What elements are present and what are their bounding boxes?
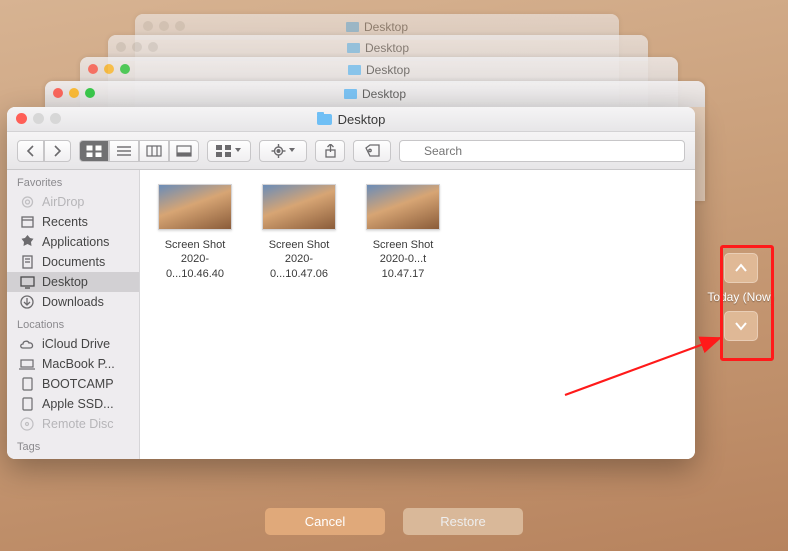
stack-title: Desktop (365, 41, 409, 55)
view-columns-button[interactable] (139, 140, 169, 162)
file-name-line2: 2020-0...10.47.06 (256, 252, 342, 281)
stack-title: Desktop (366, 63, 410, 77)
timeline-down-button[interactable] (724, 311, 758, 341)
view-list-button[interactable] (109, 140, 139, 162)
remote-disc-icon (19, 417, 35, 431)
sidebar-item-airdrop[interactable]: AirDrop (7, 192, 139, 212)
airdrop-icon (19, 195, 35, 209)
section-header: Favorites (7, 170, 139, 192)
sidebar-item-label: Downloads (42, 295, 104, 309)
sidebar-item-icloud[interactable]: iCloud Drive (7, 334, 139, 354)
timeline-controls: Today (Now) (716, 253, 766, 341)
file-thumbnail (158, 184, 232, 230)
action-button[interactable] (259, 140, 307, 162)
sidebar-item-downloads[interactable]: Downloads (7, 292, 139, 312)
sidebar-item-label: MacBook P... (42, 357, 115, 371)
section-header: Tags (7, 434, 139, 456)
sidebar-item-label: Apple SSD... (42, 397, 114, 411)
sidebar-item-documents[interactable]: Documents (7, 252, 139, 272)
file-item[interactable]: Screen Shot 2020-0...t 10.47.17 (360, 184, 446, 281)
disk-icon (19, 377, 35, 391)
file-name-line2: 2020-0...t 10.47.17 (360, 252, 446, 281)
file-name-line1: Screen Shot (152, 238, 238, 252)
sidebar-item-desktop[interactable]: Desktop (7, 272, 139, 292)
file-item[interactable]: Screen Shot 2020-0...10.47.06 (256, 184, 342, 281)
share-button[interactable] (315, 140, 345, 162)
disk-icon (19, 397, 35, 411)
view-icons-button[interactable] (79, 140, 109, 162)
stack-title: Desktop (362, 87, 406, 101)
section-header: Locations (7, 312, 139, 334)
titlebar[interactable]: Desktop (7, 107, 695, 132)
file-name-line2: 2020-0...10.46.40 (152, 252, 238, 281)
downloads-icon (19, 295, 35, 309)
arrange-button[interactable] (207, 140, 251, 162)
sidebar-item-label: Documents (42, 255, 105, 269)
sidebar-item-label: BOOTCAMP (42, 377, 114, 391)
close-icon[interactable] (16, 113, 27, 124)
recents-icon (19, 215, 35, 229)
back-button[interactable] (17, 140, 44, 162)
sidebar-item-label: Desktop (42, 275, 88, 289)
forward-button[interactable] (44, 140, 71, 162)
chevron-up-icon (734, 263, 748, 273)
view-gallery-button[interactable] (169, 140, 199, 162)
search-input[interactable] (399, 140, 685, 162)
sidebar-item-label: Applications (42, 235, 109, 249)
cloud-icon (19, 337, 35, 351)
timeline-up-button[interactable] (724, 253, 758, 283)
tag-button[interactable] (353, 140, 391, 162)
file-name-line1: Screen Shot (360, 238, 446, 252)
file-grid: Screen Shot 2020-0...10.46.40 Screen Sho… (140, 170, 695, 459)
sidebar-item-remote-disc[interactable]: Remote Disc (7, 414, 139, 434)
applications-icon (19, 235, 35, 249)
finder-window: Desktop (7, 107, 695, 459)
bottom-bar: Cancel Restore (0, 491, 788, 551)
traffic-lights[interactable] (16, 113, 61, 124)
cancel-button[interactable]: Cancel (265, 508, 385, 535)
file-thumbnail (262, 184, 336, 230)
file-name-line1: Screen Shot (256, 238, 342, 252)
timeline-label: Today (Now) (707, 290, 774, 304)
sidebar-item-label: iCloud Drive (42, 337, 110, 351)
sidebar-item-apple-ssd[interactable]: Apple SSD... (7, 394, 139, 414)
laptop-icon (19, 357, 35, 371)
toolbar (7, 132, 695, 170)
restore-button[interactable]: Restore (403, 508, 523, 535)
window-title: Desktop (338, 112, 386, 127)
minimize-icon (33, 113, 44, 124)
desktop-icon (19, 275, 35, 289)
sidebar-item-label: Recents (42, 215, 88, 229)
documents-icon (19, 255, 35, 269)
sidebar-item-label: AirDrop (42, 195, 84, 209)
chevron-down-icon (734, 321, 748, 331)
file-thumbnail (366, 184, 440, 230)
sidebar-item-tag-red[interactable]: Красный (7, 456, 139, 459)
stack-title: Desktop (364, 20, 408, 34)
sidebar-item-bootcamp[interactable]: BOOTCAMP (7, 374, 139, 394)
sidebar: Favorites AirDrop Recents Applications D… (7, 170, 140, 459)
sidebar-item-macbook[interactable]: MacBook P... (7, 354, 139, 374)
zoom-icon (50, 113, 61, 124)
file-item[interactable]: Screen Shot 2020-0...10.46.40 (152, 184, 238, 281)
sidebar-item-label: Remote Disc (42, 417, 114, 431)
folder-icon (317, 114, 332, 125)
sidebar-item-applications[interactable]: Applications (7, 232, 139, 252)
sidebar-item-recents[interactable]: Recents (7, 212, 139, 232)
